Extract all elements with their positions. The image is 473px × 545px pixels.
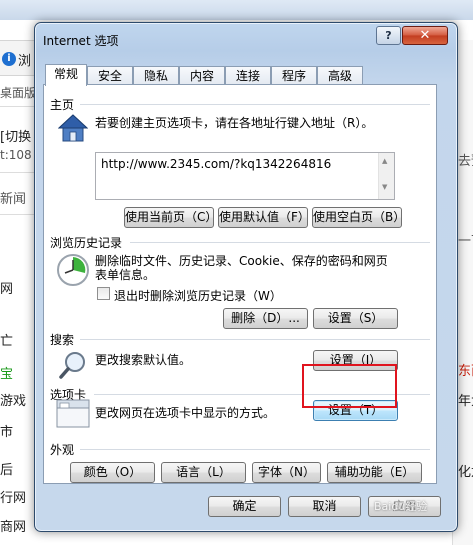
appearance-section-title: 外观: [50, 443, 75, 457]
highlight-box: [302, 364, 397, 408]
tab-privacy[interactable]: 隐私: [133, 66, 179, 85]
tab-security[interactable]: 安全: [87, 66, 133, 85]
bg-text[interactable]: 年大: [458, 390, 473, 409]
magnifier-icon: [59, 352, 85, 379]
section-divider: [80, 104, 430, 105]
section-divider: [80, 339, 430, 340]
colors-button[interactable]: 颜色（O）: [70, 462, 155, 483]
search-description: 更改搜索默认值。: [95, 353, 192, 367]
internet-options-dialog: Internet 选项 ? ✕ 常规 安全 隐私 内容 连接 程序 高级 主页 …: [34, 22, 458, 532]
dialog-title: Internet 选项: [43, 34, 119, 48]
history-clock-icon: [57, 254, 89, 286]
tabs-icon: [56, 399, 90, 428]
bg-text: [切换: [0, 130, 32, 145]
ok-button[interactable]: 确定: [208, 496, 281, 517]
general-tab-panel: 主页 若要创建主页选项卡，请在各地址行键入地址（R）。 http://www.2…: [43, 84, 437, 484]
use-current-button[interactable]: 使用当前页（C）: [124, 207, 217, 228]
bg-text: t:108: [0, 148, 32, 162]
delete-on-exit-label[interactable]: 退出时删除浏览历史记录（W）: [114, 287, 282, 304]
fonts-button[interactable]: 字体（N）: [252, 462, 321, 483]
tab-content[interactable]: 内容: [179, 66, 225, 85]
section-divider: [80, 449, 430, 450]
bg-divider: [0, 172, 38, 173]
tab-advanced[interactable]: 高级: [317, 66, 363, 85]
accessibility-button[interactable]: 辅助功能（E）: [327, 462, 422, 483]
bg-text[interactable]: 游戏: [0, 390, 26, 409]
tab-general[interactable]: 常规: [45, 64, 87, 86]
bg-text[interactable]: 行网: [0, 487, 26, 506]
tab-connections[interactable]: 连接: [225, 66, 271, 85]
bg-text[interactable]: 化龙: [458, 461, 473, 480]
bg-text[interactable]: 网: [0, 278, 13, 297]
home-description: 若要创建主页选项卡，请在各地址行键入地址（R）。: [95, 116, 374, 130]
tabs-description: 更改网页在选项卡中显示的方式。: [95, 406, 276, 420]
bg-text: 桌面版: [0, 86, 37, 100]
tab-programs[interactable]: 程序: [271, 66, 317, 85]
bg-text[interactable]: 宝: [0, 363, 13, 382]
languages-button[interactable]: 语言（L）: [161, 462, 246, 483]
browser-tabstrip: [0, 0, 473, 20]
history-settings-button[interactable]: 设置（S）: [313, 308, 398, 329]
scroll-up-icon[interactable]: ▲: [382, 157, 387, 165]
use-default-button[interactable]: 使用默认值（F）: [218, 207, 310, 228]
watermark: Baidu经验: [374, 500, 428, 513]
use-blank-button[interactable]: 使用空白页（B）: [312, 207, 405, 228]
scroll-down-icon[interactable]: ▼: [382, 183, 387, 191]
history-section-title: 浏览历史记录: [50, 236, 123, 250]
section-divider: [130, 242, 430, 243]
info-icon: i: [2, 52, 16, 66]
close-button[interactable]: ✕: [402, 26, 448, 45]
bg-divider: [0, 214, 38, 215]
bg-text: 新闻: [0, 192, 27, 207]
bg-text: 去预: [458, 154, 473, 169]
cancel-button[interactable]: 取消: [288, 496, 361, 517]
bg-text: 一下: [458, 234, 473, 249]
bg-text[interactable]: 东西: [458, 360, 473, 379]
bg-text[interactable]: 后: [0, 459, 13, 478]
home-page-url-textarea[interactable]: http://www.2345.com/?kq1342264816 ▲ ▼: [95, 152, 395, 200]
search-section-title: 搜索: [50, 333, 75, 347]
bg-text[interactable]: 商网: [0, 516, 26, 535]
bg-text[interactable]: 市: [0, 421, 13, 440]
history-description: 删除临时文件、历史记录、Cookie、保存的密码和网页表单信息。: [95, 254, 388, 282]
help-button[interactable]: ?: [376, 26, 401, 45]
home-icon: [58, 114, 88, 142]
home-page-url-value: http://www.2345.com/?kq1342264816: [101, 157, 332, 171]
url-scrollbar[interactable]: ▲ ▼: [378, 153, 394, 199]
delete-history-button[interactable]: 删除（D）...: [223, 308, 308, 329]
bg-text: 浏: [18, 54, 32, 69]
home-section-title: 主页: [50, 98, 75, 112]
delete-on-exit-checkbox[interactable]: [97, 287, 110, 300]
bg-text[interactable]: 亡: [0, 330, 13, 349]
bg-divider: [0, 106, 38, 107]
